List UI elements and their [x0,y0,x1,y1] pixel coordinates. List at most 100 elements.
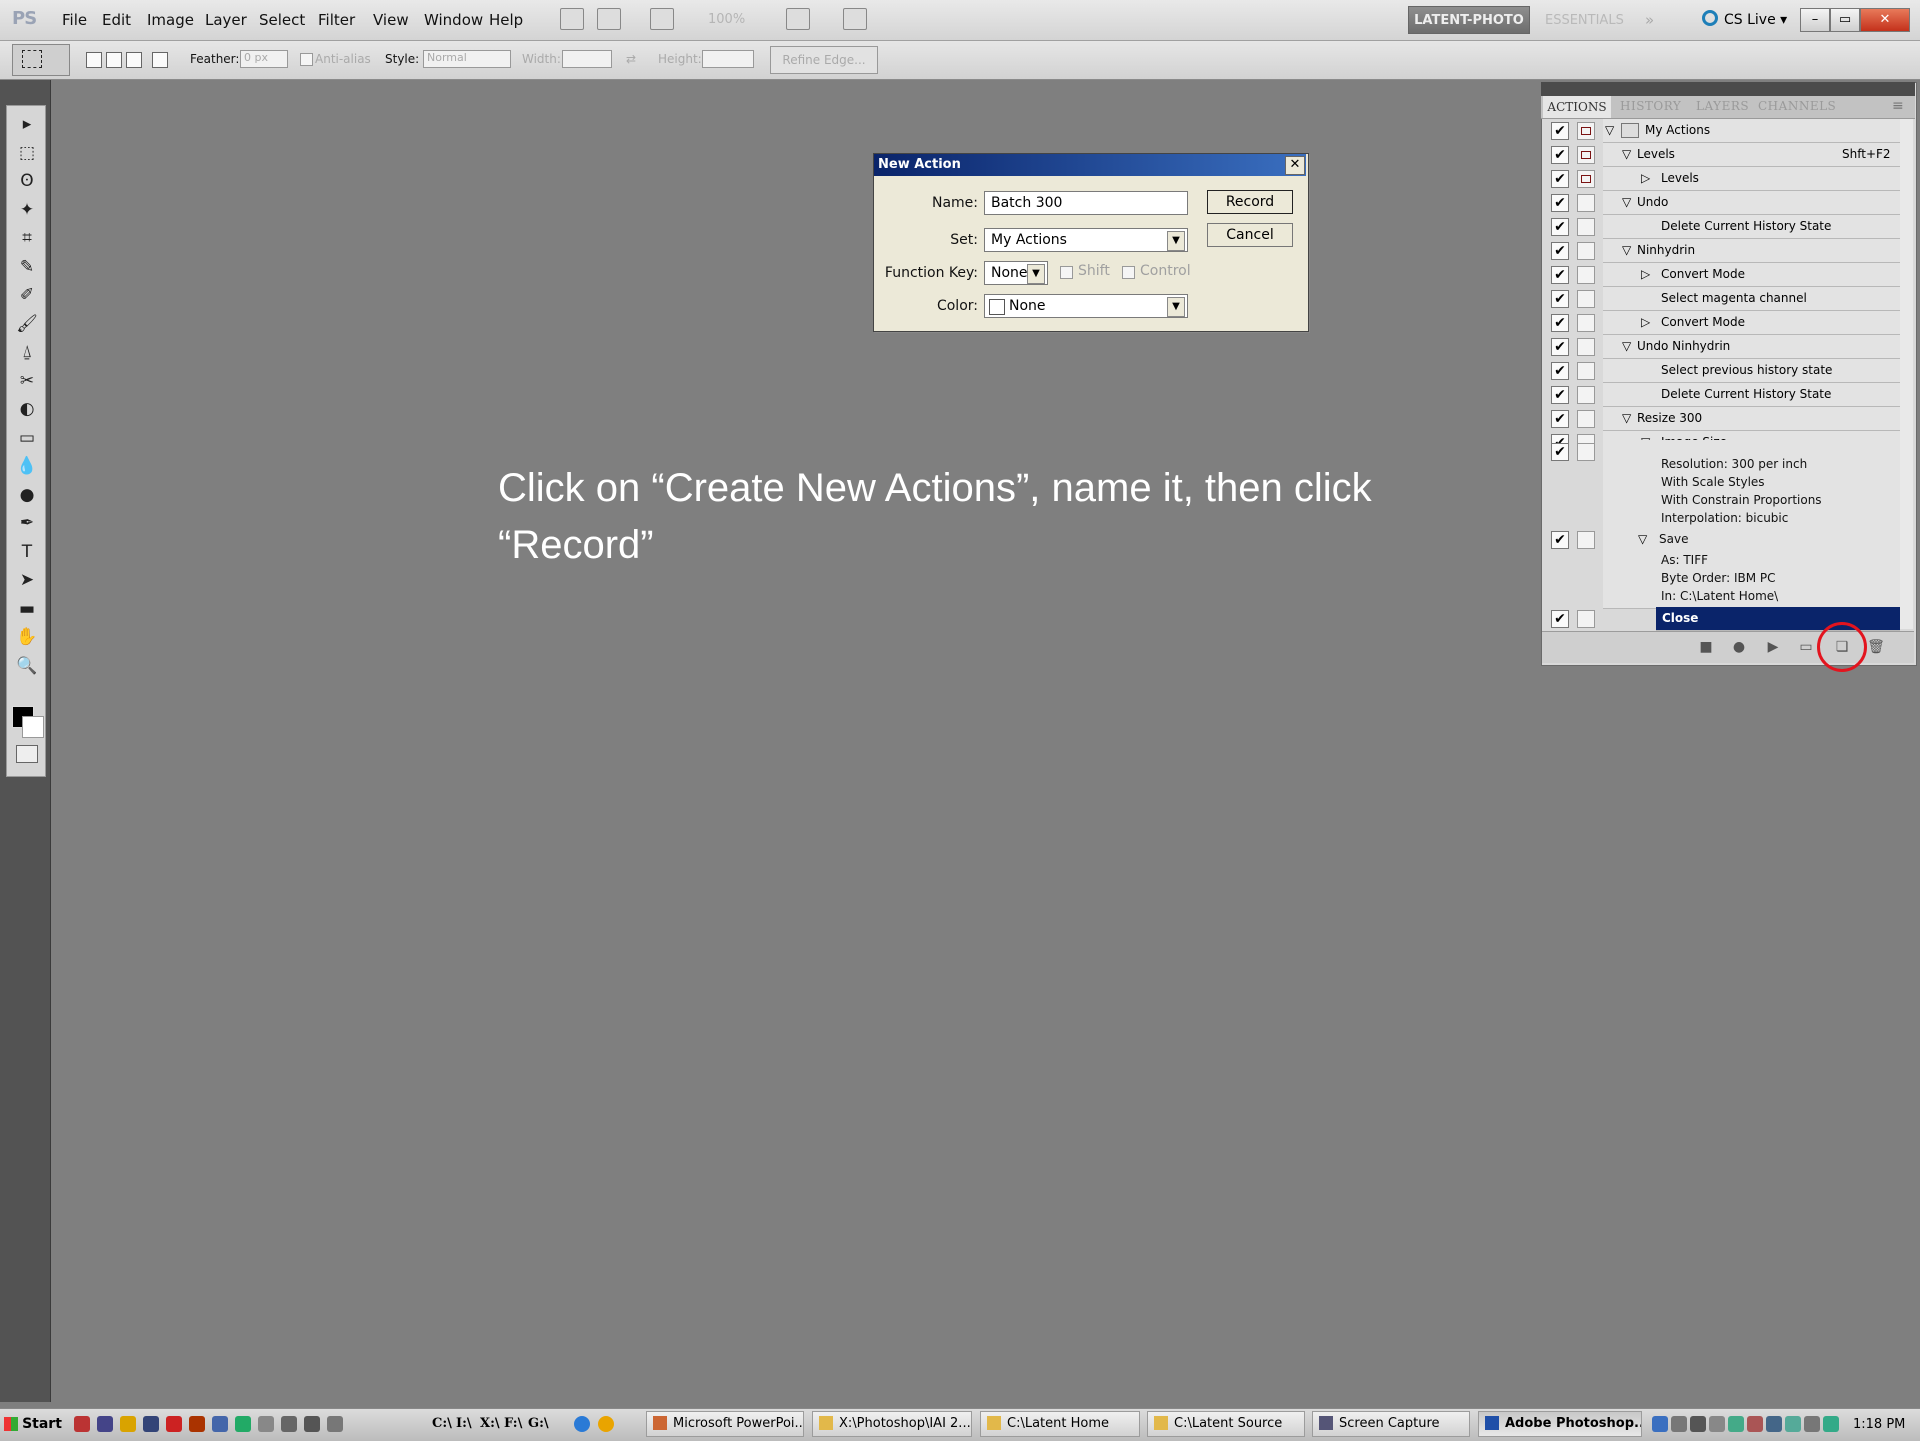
zoom-tool-icon[interactable]: 🔍 [14,654,40,678]
taskbar-button[interactable]: C:\Latent Source [1147,1411,1305,1437]
brush-tool-icon[interactable]: 🖌 [14,312,40,336]
collapsed-triangle-icon[interactable]: ▷ [1641,315,1650,329]
expand-triangle-icon[interactable]: ▽ [1638,532,1647,546]
cs-live-button[interactable]: CS Live ▾ [1724,12,1787,28]
expand-triangle-icon[interactable]: ▽ [1622,147,1631,161]
play-icon[interactable]: ▶ [1763,638,1783,656]
swap-icon[interactable]: ⇄ [626,52,636,66]
quick-launch-drive[interactable]: G:\ [528,1416,549,1431]
quick-launch-icon[interactable] [212,1416,228,1432]
shape-tool-icon[interactable]: ▬ [14,597,40,621]
blur-tool-icon[interactable]: 💧 [14,454,40,478]
chevron-down-icon[interactable]: ▼ [1167,231,1185,251]
menu-window[interactable]: Window [424,11,483,29]
taskbar-button[interactable]: Adobe Photoshop... [1478,1411,1642,1437]
marquee-tool-icon[interactable]: ⬚ [14,141,40,165]
tray-icon[interactable] [1785,1416,1801,1432]
action-row[interactable]: ✔ [1546,167,1900,191]
quick-launch-icon[interactable] [143,1416,159,1432]
checkbox[interactable]: ✔ [1551,362,1569,380]
stop-icon[interactable]: ■ [1696,638,1716,656]
panel-menu-icon[interactable]: ≡ [1892,98,1904,114]
action-row[interactable]: ✔ [1546,239,1900,263]
checkbox[interactable]: ✔ [1551,531,1569,549]
lasso-tool-icon[interactable]: ʘ [14,169,40,193]
tab-history[interactable]: HISTORY [1620,99,1681,113]
checkbox[interactable]: ✔ [1551,266,1569,284]
checkbox[interactable]: ✔ [1551,122,1569,140]
dialog-close-button[interactable]: ✕ [1285,156,1305,175]
style-select[interactable]: Normal [423,50,511,68]
checkbox[interactable]: ✔ [1551,314,1569,332]
tray-icon[interactable] [1823,1416,1839,1432]
checkbox[interactable]: ✔ [1551,194,1569,212]
collapsed-triangle-icon[interactable]: ▷ [1641,267,1650,281]
chevron-down-icon[interactable]: ▼ [1027,264,1045,284]
checkbox[interactable]: ✔ [1551,146,1569,164]
quick-launch-icon[interactable] [235,1416,251,1432]
minimize-button[interactable]: – [1800,8,1830,32]
dialog-toggle[interactable] [1577,122,1595,140]
feather-input[interactable]: 0 px [240,50,288,68]
cancel-button[interactable]: Cancel [1207,223,1293,247]
menu-help[interactable]: Help [489,11,523,29]
dialog-toggle[interactable] [1577,314,1595,332]
name-field[interactable]: Batch 300 [984,191,1188,215]
workspace-essentials[interactable]: ESSENTIALS [1545,13,1624,28]
expand-triangle-icon[interactable]: ▽ [1622,243,1631,257]
dialog-toggle[interactable] [1577,218,1595,236]
intersect-selection-icon[interactable] [152,52,168,68]
record-button[interactable]: Record [1207,190,1293,214]
checkbox[interactable]: ✔ [1551,338,1569,356]
workspace-latent-photo[interactable]: LATENT-PHOTO [1408,6,1530,34]
menu-image[interactable]: Image [147,11,194,29]
tray-icon[interactable] [1747,1416,1763,1432]
dialog-toggle[interactable] [1577,443,1595,461]
quick-launch-icon[interactable] [97,1416,113,1432]
color-select[interactable]: None ▼ [984,294,1188,318]
quick-launch-icon[interactable] [281,1416,297,1432]
control-checkbox[interactable] [1122,266,1135,279]
tab-channels[interactable]: CHANNELS [1758,99,1836,113]
close-window-button[interactable]: ✕ [1860,8,1910,32]
quick-launch-icon[interactable] [166,1416,182,1432]
quick-mask-icon[interactable] [16,745,38,763]
expand-triangle-icon[interactable]: ▽ [1622,195,1631,209]
checkbox[interactable]: ✔ [1551,290,1569,308]
tray-icon[interactable] [1766,1416,1782,1432]
menu-filter[interactable]: Filter [318,11,355,29]
move-tool-icon[interactable]: ▸ [14,112,40,136]
history-brush-tool-icon[interactable]: ✂ [14,369,40,393]
checkbox[interactable]: ✔ [1551,386,1569,404]
quick-launch-icon[interactable] [304,1416,320,1432]
taskbar-button[interactable]: C:\Latent Home [980,1411,1140,1437]
dialog-toggle[interactable] [1577,362,1595,380]
start-button[interactable]: Start [2,1410,64,1438]
set-select[interactable]: My Actions ▼ [984,228,1188,252]
gradient-tool-icon[interactable]: ▭ [14,426,40,450]
tab-layers[interactable]: LAYERS [1696,99,1749,113]
bridge-icon[interactable] [560,8,584,30]
quick-launch-icon[interactable] [120,1416,136,1432]
restore-button[interactable]: ▭ [1830,8,1860,32]
tray-icon[interactable] [1804,1416,1820,1432]
action-row[interactable]: ✔ [1546,407,1900,431]
quick-launch-icon[interactable] [258,1416,274,1432]
menu-select[interactable]: Select [259,11,305,29]
tray-icon[interactable] [1728,1416,1744,1432]
browser-icon[interactable] [574,1416,590,1432]
tray-icon[interactable] [1652,1416,1668,1432]
quick-selection-tool-icon[interactable]: ✦ [14,198,40,222]
action-row[interactable]: ✔ [1546,119,1900,143]
delete-icon[interactable]: 🗑 [1866,638,1886,656]
minibridge-icon[interactable] [597,8,621,30]
dialog-toggle[interactable] [1577,242,1595,260]
create-new-set-icon[interactable]: ▭ [1796,638,1816,656]
quick-launch-drive[interactable]: I:\ [456,1416,472,1431]
quick-launch-drive[interactable]: X:\ [480,1416,500,1431]
taskbar-button[interactable]: X:\Photoshop\IAI 2... [812,1411,972,1437]
screen-mode-icon[interactable] [843,8,867,30]
quick-launch-drive[interactable]: C:\ [432,1416,452,1431]
expand-triangle-icon[interactable]: ▽ [1622,339,1631,353]
chevron-down-icon[interactable]: ▼ [1167,297,1185,317]
